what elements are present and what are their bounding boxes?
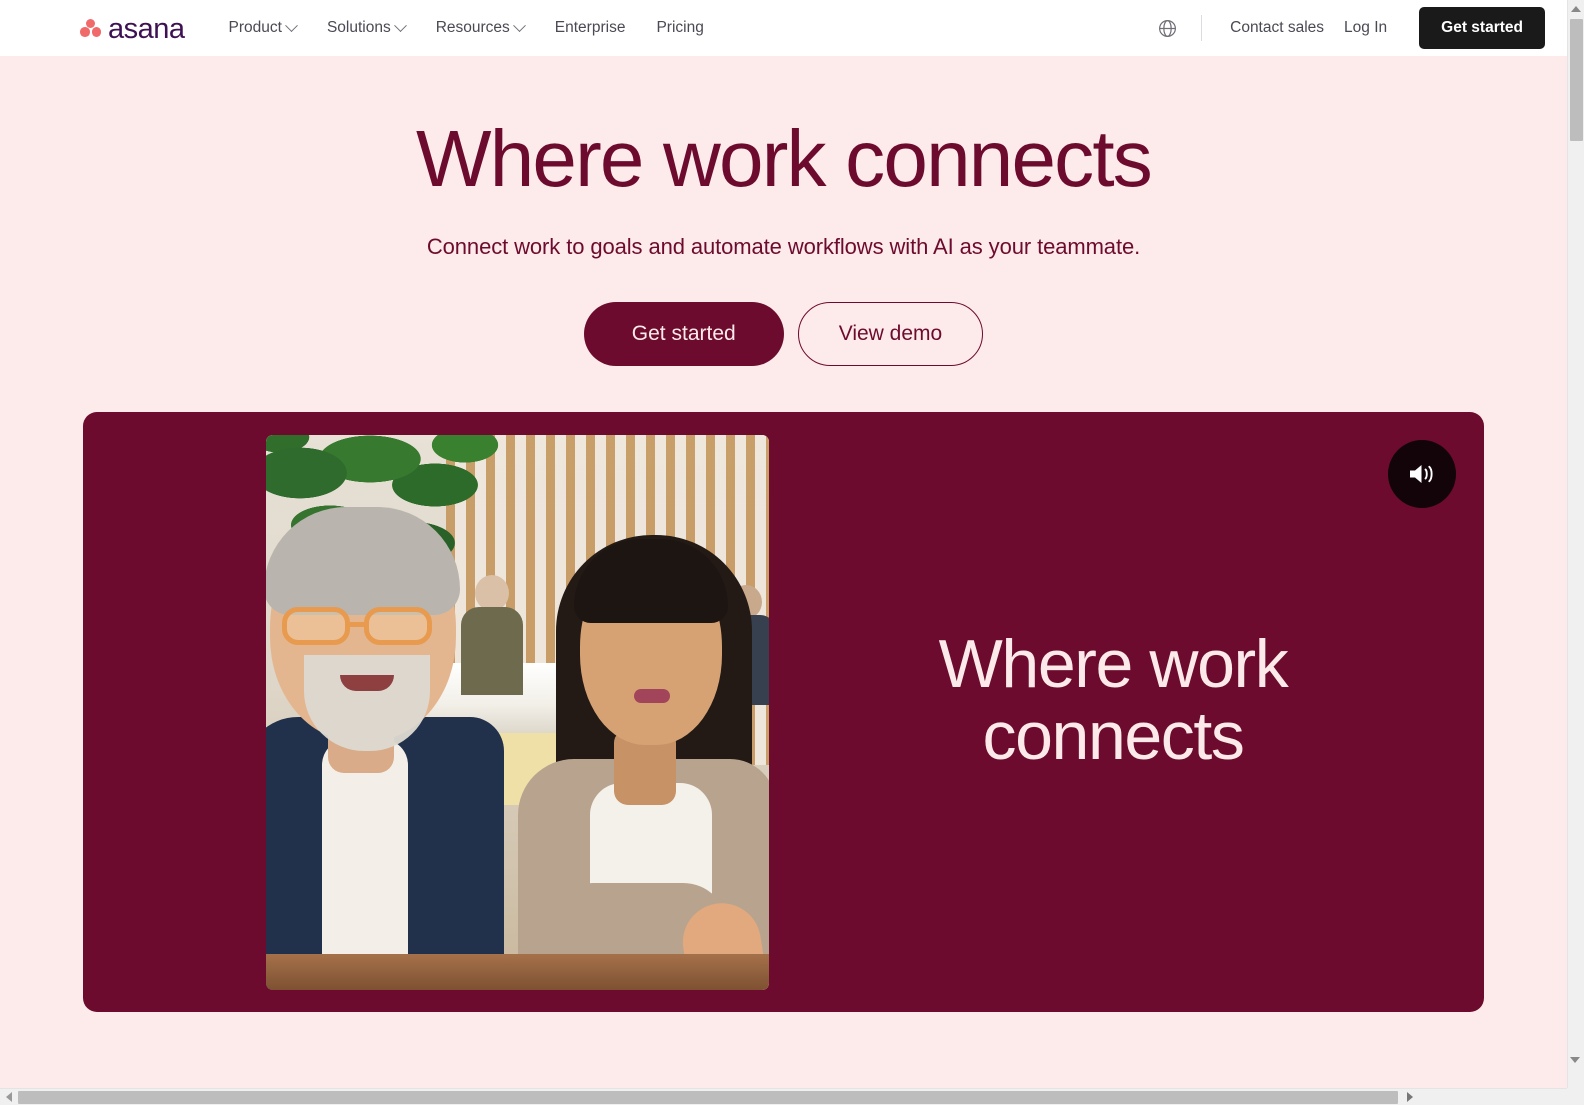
hero-video-card[interactable]: Where work connects xyxy=(83,411,1484,1012)
chevron-down-icon xyxy=(512,18,526,32)
nav-item-label: Enterprise xyxy=(554,19,626,36)
chevron-down-icon xyxy=(393,18,407,32)
asana-logo[interactable]: asana xyxy=(80,14,185,43)
language-selector-button[interactable] xyxy=(1147,8,1187,48)
hero-cta-group: Get started View demo xyxy=(0,301,1567,366)
nav-item-resources[interactable]: Resources xyxy=(435,18,526,37)
login-link[interactable]: Log In xyxy=(1334,19,1397,37)
globe-icon xyxy=(1158,19,1176,37)
hero-view-demo-button[interactable]: View demo xyxy=(797,301,984,366)
person-man-with-glasses xyxy=(266,506,504,990)
video-caption-line-1: Where work xyxy=(938,625,1289,702)
site-header: asana Product Solutions Resources Enterp… xyxy=(0,0,1567,56)
horizontal-scrollbar[interactable] xyxy=(0,1088,1567,1105)
nav-item-label: Pricing xyxy=(656,19,704,36)
nav-item-solutions[interactable]: Solutions xyxy=(326,18,407,37)
scroll-up-arrow-icon[interactable] xyxy=(1568,0,1584,17)
header-actions: Contact sales Log In Get started xyxy=(1147,7,1545,49)
nav-item-pricing[interactable]: Pricing xyxy=(656,19,703,37)
horizontal-scrollbar-thumb[interactable] xyxy=(18,1091,1398,1104)
scrollbar-corner xyxy=(1567,1088,1584,1105)
person-woman-presenting xyxy=(518,531,769,990)
nav-item-enterprise[interactable]: Enterprise xyxy=(555,19,626,37)
scroll-down-arrow-icon[interactable] xyxy=(1567,1052,1583,1068)
primary-navigation: Product Solutions Resources Enterprise P… xyxy=(228,18,704,37)
browser-viewport: asana Product Solutions Resources Enterp… xyxy=(0,0,1584,1105)
volume-on-icon xyxy=(1410,464,1433,483)
hero-section: Where work connects Connect work to goal… xyxy=(0,56,1567,1012)
hero-video-still xyxy=(266,434,769,990)
scroll-left-arrow-icon[interactable] xyxy=(0,1089,17,1105)
nav-item-label: Solutions xyxy=(326,19,391,36)
vertical-scrollbar-thumb[interactable] xyxy=(1570,19,1583,141)
nav-item-label: Resources xyxy=(435,19,510,36)
hero-get-started-button[interactable]: Get started xyxy=(583,301,784,366)
chevron-down-icon xyxy=(285,18,298,32)
vertical-scrollbar[interactable] xyxy=(1567,0,1584,1088)
hero-subheadline: Connect work to goals and automate workf… xyxy=(426,233,1141,259)
asana-logo-dots-icon xyxy=(80,18,101,38)
hero-headline: Where work connects xyxy=(416,114,1153,203)
meeting-table xyxy=(266,953,769,990)
scroll-right-arrow-icon[interactable] xyxy=(1400,1089,1419,1105)
video-caption-line-2: connects xyxy=(982,698,1245,775)
video-sound-toggle-button[interactable] xyxy=(1388,439,1456,508)
asana-wordmark: asana xyxy=(108,12,185,45)
header-divider xyxy=(1201,15,1203,41)
video-caption: Where work connects xyxy=(823,625,1403,775)
eyeglasses-icon xyxy=(280,606,452,647)
nav-item-label: Product xyxy=(228,19,282,36)
contact-sales-link[interactable]: Contact sales xyxy=(1220,19,1334,37)
nav-item-product[interactable]: Product xyxy=(228,18,298,37)
page-content: asana Product Solutions Resources Enterp… xyxy=(0,0,1567,1088)
header-get-started-button[interactable]: Get started xyxy=(1419,7,1545,49)
